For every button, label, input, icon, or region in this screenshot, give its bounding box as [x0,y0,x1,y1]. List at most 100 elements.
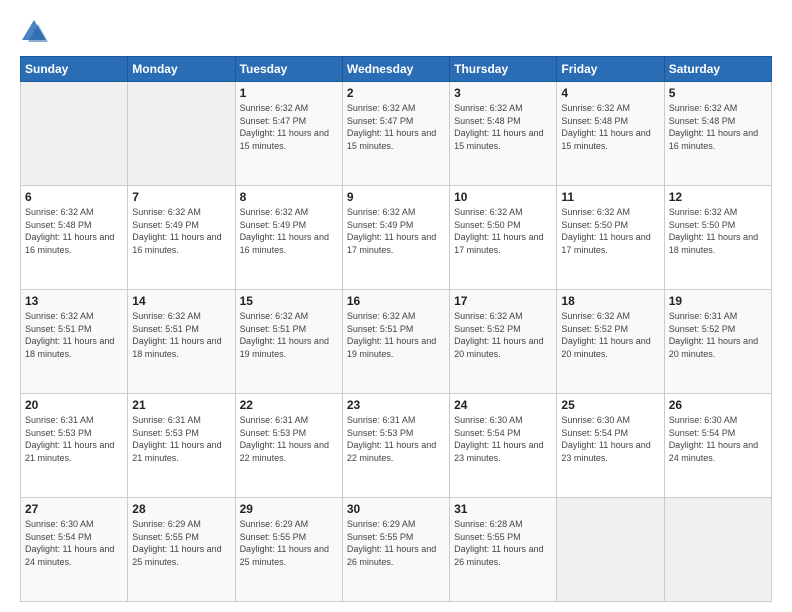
calendar-week-row: 13 Sunrise: 6:32 AMSunset: 5:51 PMDayligh… [21,290,772,394]
day-number: 25 [561,398,659,412]
day-info: Sunrise: 6:32 AMSunset: 5:48 PMDaylight:… [561,102,659,152]
calendar-cell: 16Sunrise: 6:32 AMSunset: 5:51 PMDayligh… [342,290,449,394]
calendar-cell: 15 Sunrise: 6:32 AMSunset: 5:51 PMDayligh… [235,290,342,394]
day-number: 7 [132,190,230,204]
day-number: 11 [561,190,659,204]
day-info: Sunrise: 6:29 AMSunset: 5:55 PMDaylight:… [347,518,445,568]
calendar-cell [557,498,664,602]
day-number: 3 [454,86,552,100]
day-number: 28 [132,502,230,516]
day-number: 5 [669,86,767,100]
calendar-cell: 27 Sunrise: 6:30 AMSunset: 5:54 PMDayligh… [21,498,128,602]
day-number: 17 [454,294,552,308]
day-info: Sunrise: 6:30 AMSunset: 5:54 PMDaylight:… [25,518,123,568]
day-info: Sunrise: 6:32 AMSunset: 5:51 PMDaylight:… [132,310,230,360]
calendar-cell: 10 Sunrise: 6:32 AMSunset: 5:50 PMDayligh… [450,186,557,290]
day-info: Sunrise: 6:31 AMSunset: 5:53 PMDaylight:… [25,414,123,464]
calendar-cell: 4Sunrise: 6:32 AMSunset: 5:48 PMDaylight… [557,82,664,186]
calendar-cell: 3 Sunrise: 6:32 AMSunset: 5:48 PMDaylight… [450,82,557,186]
calendar-cell: 13 Sunrise: 6:32 AMSunset: 5:51 PMDayligh… [21,290,128,394]
day-info: Sunrise: 6:32 AMSunset: 5:50 PMDaylight:… [669,206,767,256]
weekday-header-friday: Friday [557,57,664,82]
calendar-cell: 23 Sunrise: 6:31 AMSunset: 5:53 PMDayligh… [342,394,449,498]
day-number: 14 [132,294,230,308]
day-number: 29 [240,502,338,516]
calendar-week-row: 20 Sunrise: 6:31 AMSunset: 5:53 PMDayligh… [21,394,772,498]
weekday-header-thursday: Thursday [450,57,557,82]
day-info: Sunrise: 6:30 AMSunset: 5:54 PMDaylight:… [669,414,767,464]
day-info: Sunrise: 6:31 AMSunset: 5:52 PMDaylight:… [669,310,767,360]
logo [20,18,52,46]
day-number: 20 [25,398,123,412]
weekday-header-wednesday: Wednesday [342,57,449,82]
day-info: Sunrise: 6:32 AMSunset: 5:48 PMDaylight:… [25,206,123,256]
calendar-cell: 2 Sunrise: 6:32 AMSunset: 5:47 PMDaylight… [342,82,449,186]
calendar-cell: 7 Sunrise: 6:32 AMSunset: 5:49 PMDaylight… [128,186,235,290]
day-number: 13 [25,294,123,308]
weekday-header-saturday: Saturday [664,57,771,82]
calendar-cell: 30 Sunrise: 6:29 AMSunset: 5:55 PMDayligh… [342,498,449,602]
day-info: Sunrise: 6:29 AMSunset: 5:55 PMDaylight:… [132,518,230,568]
day-info: Sunrise: 6:32 AMSunset: 5:49 PMDaylight:… [347,206,445,256]
day-info: Sunrise: 6:32 AMSunset: 5:48 PMDaylight:… [669,102,767,152]
calendar-cell: 31 Sunrise: 6:28 AMSunset: 5:55 PMDayligh… [450,498,557,602]
calendar-cell: 19 Sunrise: 6:31 AMSunset: 5:52 PMDayligh… [664,290,771,394]
day-number: 19 [669,294,767,308]
day-info: Sunrise: 6:32 AMSunset: 5:52 PMDaylight:… [454,310,552,360]
calendar-cell: 11Sunrise: 6:32 AMSunset: 5:50 PMDayligh… [557,186,664,290]
calendar-cell: 21 Sunrise: 6:31 AMSunset: 5:53 PMDayligh… [128,394,235,498]
day-number: 24 [454,398,552,412]
logo-icon [20,18,48,46]
day-number: 30 [347,502,445,516]
day-number: 18 [561,294,659,308]
calendar-cell: 1 Sunrise: 6:32 AMSunset: 5:47 PMDaylight… [235,82,342,186]
header [20,18,772,46]
day-info: Sunrise: 6:32 AMSunset: 5:49 PMDaylight:… [240,206,338,256]
day-info: Sunrise: 6:32 AMSunset: 5:47 PMDaylight:… [347,102,445,152]
day-info: Sunrise: 6:32 AMSunset: 5:48 PMDaylight:… [454,102,552,152]
day-number: 27 [25,502,123,516]
day-number: 23 [347,398,445,412]
calendar-cell: 26 Sunrise: 6:30 AMSunset: 5:54 PMDayligh… [664,394,771,498]
day-info: Sunrise: 6:32 AMSunset: 5:47 PMDaylight:… [240,102,338,152]
day-info: Sunrise: 6:31 AMSunset: 5:53 PMDaylight:… [347,414,445,464]
calendar-week-row: 1 Sunrise: 6:32 AMSunset: 5:47 PMDaylight… [21,82,772,186]
day-info: Sunrise: 6:30 AMSunset: 5:54 PMDaylight:… [561,414,659,464]
day-number: 21 [132,398,230,412]
day-info: Sunrise: 6:32 AMSunset: 5:49 PMDaylight:… [132,206,230,256]
weekday-header-tuesday: Tuesday [235,57,342,82]
day-info: Sunrise: 6:31 AMSunset: 5:53 PMDaylight:… [240,414,338,464]
calendar-cell: 9Sunrise: 6:32 AMSunset: 5:49 PMDaylight… [342,186,449,290]
day-info: Sunrise: 6:30 AMSunset: 5:54 PMDaylight:… [454,414,552,464]
calendar-cell: 25 Sunrise: 6:30 AMSunset: 5:54 PMDayligh… [557,394,664,498]
day-number: 26 [669,398,767,412]
calendar-table: SundayMondayTuesdayWednesdayThursdayFrid… [20,56,772,602]
page: SundayMondayTuesdayWednesdayThursdayFrid… [0,0,792,612]
day-info: Sunrise: 6:28 AMSunset: 5:55 PMDaylight:… [454,518,552,568]
day-info: Sunrise: 6:32 AMSunset: 5:50 PMDaylight:… [454,206,552,256]
calendar-cell: 29 Sunrise: 6:29 AMSunset: 5:55 PMDayligh… [235,498,342,602]
day-info: Sunrise: 6:31 AMSunset: 5:53 PMDaylight:… [132,414,230,464]
calendar-cell: 5 Sunrise: 6:32 AMSunset: 5:48 PMDaylight… [664,82,771,186]
day-info: Sunrise: 6:32 AMSunset: 5:52 PMDaylight:… [561,310,659,360]
weekday-header-monday: Monday [128,57,235,82]
day-info: Sunrise: 6:32 AMSunset: 5:51 PMDaylight:… [240,310,338,360]
day-number: 22 [240,398,338,412]
day-number: 31 [454,502,552,516]
day-number: 2 [347,86,445,100]
calendar-cell: 8 Sunrise: 6:32 AMSunset: 5:49 PMDaylight… [235,186,342,290]
day-number: 10 [454,190,552,204]
day-number: 16 [347,294,445,308]
calendar-cell: 20 Sunrise: 6:31 AMSunset: 5:53 PMDayligh… [21,394,128,498]
calendar-cell: 22 Sunrise: 6:31 AMSunset: 5:53 PMDayligh… [235,394,342,498]
day-number: 15 [240,294,338,308]
calendar-cell: 28 Sunrise: 6:29 AMSunset: 5:55 PMDayligh… [128,498,235,602]
day-number: 1 [240,86,338,100]
day-info: Sunrise: 6:29 AMSunset: 5:55 PMDaylight:… [240,518,338,568]
day-number: 6 [25,190,123,204]
calendar-cell [21,82,128,186]
day-number: 8 [240,190,338,204]
day-info: Sunrise: 6:32 AMSunset: 5:51 PMDaylight:… [25,310,123,360]
calendar-cell: 14 Sunrise: 6:32 AMSunset: 5:51 PMDayligh… [128,290,235,394]
calendar-cell: 12Sunrise: 6:32 AMSunset: 5:50 PMDayligh… [664,186,771,290]
